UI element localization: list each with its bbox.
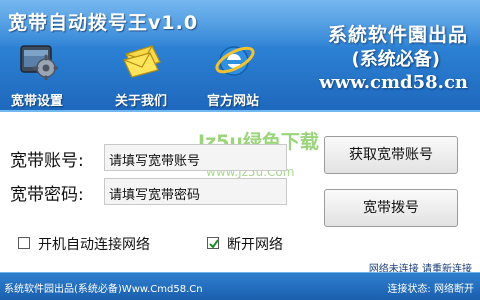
app-title: 宽带自动拨号王v1.0 (8, 12, 199, 34)
main-panel: Jz5u绿色下载 www.Jz5u.Com 宽带账号: 请填写宽带账号 宽带密码… (0, 114, 480, 275)
nav-label-settings: 宽带设置 (10, 94, 63, 109)
status-credits: 系统软件园出品(系统必备)Www.Cmd58.Cn (4, 284, 203, 295)
header-banner: 宽带自动拨号王v1.0 系統软件園出品 (系统必备) www.cmd58.cn (0, 0, 480, 112)
settings-gear-icon (18, 40, 60, 82)
disconnect-option[interactable]: 断开网络 (207, 234, 317, 253)
dial-button[interactable]: 宽带拨号 (324, 189, 458, 227)
auto-connect-checkbox[interactable] (18, 237, 30, 249)
disconnect-checkbox[interactable] (207, 237, 219, 249)
status-bar: 系统软件园出品(系统必备)Www.Cmd58.Cn 连接状态: 网络断开 (0, 272, 480, 300)
nav-about-us[interactable]: 关于我们 (106, 40, 176, 109)
account-input[interactable]: 请填写宽带账号 (104, 144, 287, 171)
account-label: 宽带账号: (10, 151, 84, 171)
nav-label-website: 官方网站 (206, 94, 259, 109)
disconnect-label: 断开网络 (227, 237, 283, 253)
nav-label-about: 关于我们 (114, 94, 167, 109)
auto-connect-option[interactable]: 开机自动连接网络 (18, 234, 198, 253)
get-account-button[interactable]: 获取宽带账号 (324, 136, 458, 174)
brand-tagline: (系统必备) (351, 49, 440, 70)
connection-status: 连接状态: 网络断开 (387, 284, 474, 295)
brand-name: 系統软件園出品 (327, 24, 468, 46)
app-window: 宽带自动拨号王v1.0 系統软件園出品 (系统必备) www.cmd58.cn (0, 0, 480, 300)
password-input[interactable]: 请填写宽带密码 (104, 178, 287, 205)
checkmark-icon (209, 239, 219, 249)
password-label: 宽带密码: (10, 185, 84, 205)
brand-url: www.cmd58.cn (319, 72, 468, 93)
auto-connect-label: 开机自动连接网络 (38, 237, 150, 253)
nav-official-website[interactable]: 官方网站 (198, 40, 268, 109)
nav-broadband-settings[interactable]: 宽带设置 (2, 40, 72, 109)
ie-browser-icon (214, 40, 255, 80)
envelope-icon (122, 40, 162, 80)
